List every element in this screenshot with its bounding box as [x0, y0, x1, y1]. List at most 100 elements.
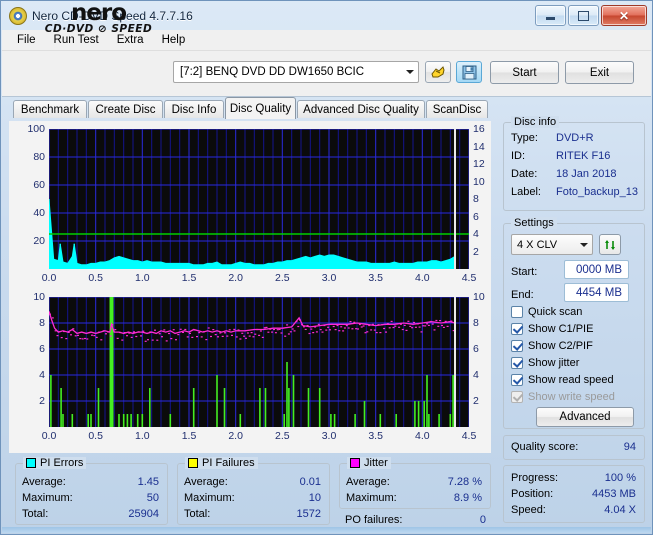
pi-failures-average-label: Average:	[184, 476, 228, 488]
tab-disc-info[interactable]: Disc Info	[164, 100, 224, 118]
checkbox-show-read-speed[interactable]: Show read speed	[511, 374, 614, 386]
progress-value: 100 %	[604, 472, 636, 484]
y2-axis-tick: 12	[473, 158, 485, 170]
checkbox-show-jitter[interactable]: Show jitter	[511, 357, 579, 369]
disc-label-label: Label:	[511, 186, 541, 198]
x-axis-tick: 2.5	[275, 430, 290, 442]
position-label: Position:	[511, 488, 554, 500]
x-axis-tick: 1.0	[135, 430, 150, 442]
drive-select[interactable]: [7:2] BENQ DVD DD DW1650 BCIC	[173, 61, 419, 83]
pi-failures-chart: 2 4 6 8 10 2 4 6 8 10 0.0 0.5 1.0 1.5 2.0 2.5 3.0 3.5 4.0 4…	[9, 289, 491, 453]
advanced-button[interactable]: Advanced	[536, 407, 634, 427]
disc-date-value: 18 Jan 2018	[556, 168, 617, 180]
status-bar	[2, 527, 651, 533]
checkbox-quick-scan[interactable]: Quick scan	[511, 306, 582, 318]
y2-axis-tick: 8	[473, 317, 479, 329]
exit-button[interactable]: Exit	[565, 61, 634, 84]
y2-axis-tick: 16	[473, 123, 485, 135]
jitter-title: Jitter	[364, 457, 388, 469]
tab-scandisc[interactable]: ScanDisc	[426, 100, 488, 118]
close-button[interactable]: ✕	[601, 5, 647, 26]
pi-failures-stats: PI Failures Average: 0.01 Maximum: 10 To…	[177, 457, 330, 525]
disc-id-value: RITEK F16	[556, 150, 611, 162]
minimize-button[interactable]	[535, 5, 566, 26]
pi-errors-title: PI Errors	[40, 457, 84, 469]
jitter-swatch	[350, 458, 360, 468]
x-axis-tick: 4.0	[415, 430, 430, 442]
checkbox-icon	[511, 391, 523, 403]
pi-errors-average-label: Average:	[22, 476, 66, 488]
window-controls: ✕	[535, 5, 647, 26]
jitter-legend: Jitter	[347, 457, 391, 469]
checkbox-label: Show jitter	[528, 357, 580, 369]
pi-errors-legend: PI Errors	[23, 457, 87, 469]
quality-score-group: Quality score: 94	[503, 435, 645, 460]
pi-failures-total-value: 1572	[296, 508, 321, 520]
speed-value: 4.04 X	[604, 504, 636, 516]
jitter-maximum-label: Maximum:	[346, 492, 397, 504]
x-axis-tick: 0.0	[41, 430, 57, 442]
y-axis-tick: 20	[33, 235, 45, 247]
pi-failures-legend: PI Failures	[185, 457, 258, 469]
checkbox-label: Show write speed	[528, 391, 615, 403]
y2-axis-tick: 2	[473, 245, 479, 258]
pi-errors-swatch	[26, 458, 36, 468]
pi-errors-plot	[49, 129, 469, 269]
floppy-save-icon	[462, 65, 476, 79]
y-axis-tick: 6	[39, 343, 45, 355]
pi-errors-total-label: Total:	[22, 508, 49, 520]
x-axis-tick: 3.0	[321, 272, 337, 284]
x-axis-tick: 0.0	[41, 272, 57, 284]
checkbox-show-write-speed: Show write speed	[511, 391, 615, 403]
tab-strip: Benchmark Create Disc Disc Info Disc Qua…	[2, 96, 651, 119]
start-button[interactable]: Start	[490, 61, 559, 84]
pi-failures-svg	[49, 297, 469, 427]
jitter-maximum-value: 8.9 %	[453, 492, 482, 504]
refresh-button[interactable]	[599, 234, 621, 255]
pi-errors-stats: PI Errors Average: 1.45 Maximum: 50 Tota…	[15, 457, 168, 525]
jitter-average-label: Average:	[346, 476, 390, 488]
maximize-icon	[578, 10, 589, 21]
tab-benchmark[interactable]: Benchmark	[13, 100, 87, 118]
pi-errors-maximum-value: 50	[146, 492, 159, 504]
checkbox-show-c2-pif[interactable]: Show C2/PIF	[511, 340, 593, 352]
x-axis-tick: 1.5	[181, 272, 197, 284]
y2-axis-tick: 6	[473, 210, 479, 223]
start-mb-field[interactable]: 0000 MB	[564, 260, 629, 279]
logo-tagline: CD·DVD ⊘ SPEED	[44, 23, 153, 35]
checkbox-icon	[511, 323, 523, 335]
end-mb-field[interactable]: 4454 MB	[564, 283, 629, 302]
y2-axis-tick: 14	[473, 140, 485, 153]
position-value: 4453 MB	[591, 488, 636, 500]
progress-label: Progress:	[511, 472, 559, 484]
settings-title: Settings	[511, 217, 557, 229]
checkbox-show-c1-pie[interactable]: Show C1/PIE	[511, 323, 593, 335]
checkbox-label: Show C2/PIF	[528, 340, 593, 352]
x-axis-tick: 0.5	[88, 430, 103, 442]
save-button[interactable]	[456, 61, 482, 83]
y-axis-tick: 80	[33, 151, 45, 163]
y-axis-tick: 100	[27, 123, 45, 135]
jitter-stats: Jitter Average: 7.28 % Maximum: 8.9 %	[339, 457, 491, 509]
tab-advanced-disc-quality[interactable]: Advanced Disc Quality	[297, 100, 425, 118]
y2-axis-tick: 2	[473, 395, 479, 407]
po-failures-value: 0	[479, 514, 486, 526]
checkbox-icon	[511, 306, 523, 318]
x-axis-tick: 2.0	[228, 430, 243, 442]
maximize-button[interactable]	[568, 5, 599, 26]
x-axis-tick: 3.5	[368, 430, 383, 442]
x-axis-tick: 4.5	[461, 430, 477, 442]
checkbox-label: Show read speed	[528, 374, 614, 386]
speed-hand-button[interactable]	[425, 61, 451, 83]
checkbox-icon	[511, 357, 523, 369]
pi-failures-total-label: Total:	[184, 508, 211, 520]
disc-info-title: Disc info	[511, 116, 560, 128]
y2-axis-tick: 10	[473, 291, 485, 303]
tab-disc-quality[interactable]: Disc Quality	[225, 97, 296, 119]
checkbox-icon	[511, 340, 523, 352]
tab-create-disc[interactable]: Create Disc	[88, 100, 163, 118]
y-axis-tick: 60	[33, 179, 45, 191]
pi-errors-average-value: 1.45	[137, 476, 159, 488]
x-axis-tick: 2.0	[228, 272, 243, 284]
speed-select[interactable]: 4 X CLV	[511, 234, 593, 255]
